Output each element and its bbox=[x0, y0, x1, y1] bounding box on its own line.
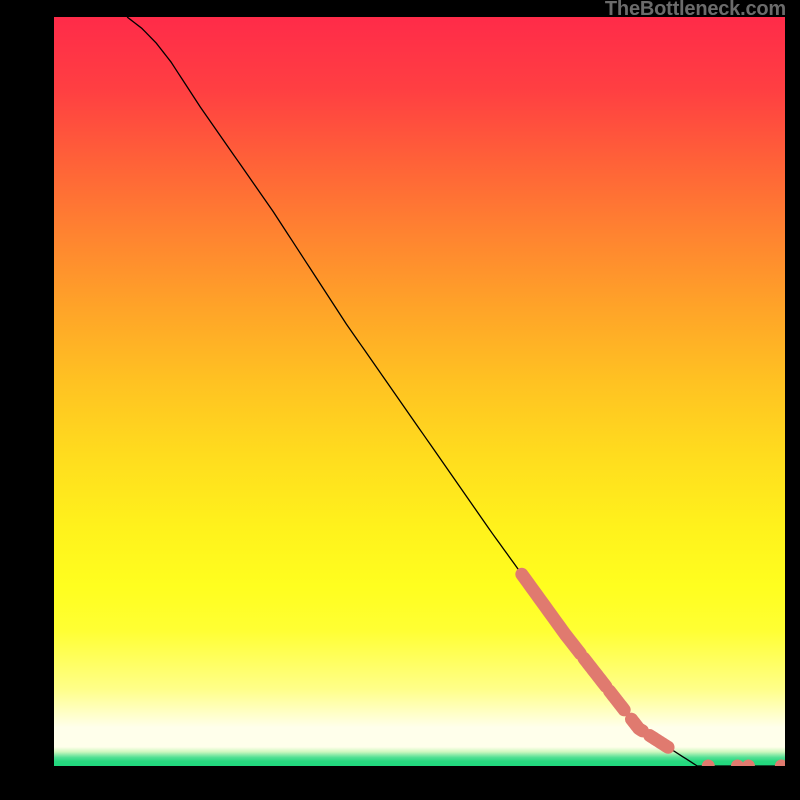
highlight-segment bbox=[610, 691, 625, 710]
highlight-dot bbox=[742, 760, 755, 767]
highlight-dot bbox=[702, 760, 715, 767]
chart-frame: TheBottleneck.com bbox=[0, 0, 800, 800]
highlight-segment bbox=[631, 719, 642, 731]
highlight-dot bbox=[775, 760, 785, 767]
curve-layer bbox=[54, 17, 785, 766]
plot-area bbox=[54, 17, 785, 766]
main-curve bbox=[127, 17, 785, 766]
highlight-group bbox=[522, 574, 785, 766]
highlight-segment bbox=[584, 658, 606, 686]
highlight-segment bbox=[650, 736, 668, 748]
highlight-segment bbox=[522, 574, 580, 653]
